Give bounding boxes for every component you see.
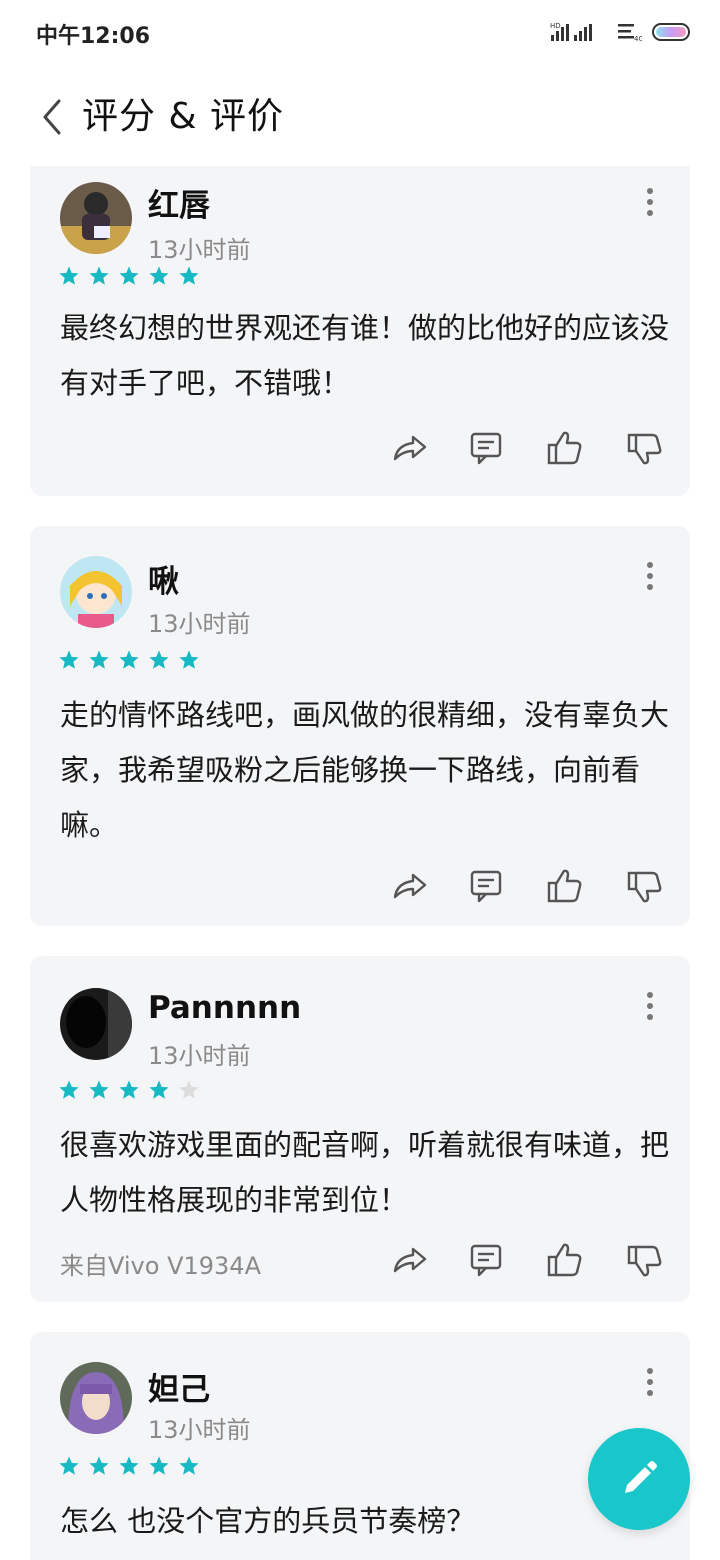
comment-icon bbox=[470, 432, 502, 465]
review-text: 很喜欢游戏里面的配音啊，听着就很有味道，把人物性格展现的非常到位！ bbox=[60, 1128, 670, 1217]
status-bar: 中午12:06 HD 4G bbox=[0, 0, 720, 64]
wifi-icon: 4G bbox=[618, 24, 642, 43]
star-filled-icon bbox=[119, 650, 139, 669]
svg-text:HD: HD bbox=[550, 22, 561, 30]
comment-button[interactable] bbox=[466, 1240, 506, 1280]
share-button[interactable] bbox=[390, 1240, 430, 1280]
star-filled-icon bbox=[59, 266, 79, 285]
star-filled-icon bbox=[149, 266, 169, 285]
share-icon bbox=[393, 435, 427, 461]
chevron-left-icon bbox=[43, 99, 61, 135]
comment-button[interactable] bbox=[466, 428, 506, 468]
star-filled-icon bbox=[59, 1456, 79, 1475]
review-list[interactable]: 红唇 13小时前 最终幻想的世界观还有谁！做的比他好的应该没有对手了吧，不错哦！… bbox=[30, 166, 690, 1560]
review-text: 走的情怀路线吧，画风做的很精细，没有辜负大家，我希望吸粉之后能够换一下路线，向前… bbox=[60, 698, 670, 842]
comment-icon bbox=[470, 1244, 502, 1277]
star-filled-icon bbox=[119, 1456, 139, 1475]
star-filled-icon bbox=[89, 266, 109, 285]
app-header: 评分 & 评价 bbox=[0, 70, 720, 166]
star-filled-icon bbox=[59, 650, 79, 669]
rating-stars bbox=[58, 265, 200, 289]
review-card: Pannnnn 13小时前 很喜欢游戏里面的配音啊，听着就很有味道，把人物性格展… bbox=[30, 956, 690, 1302]
username: 啾 bbox=[148, 564, 179, 600]
comment-icon bbox=[470, 870, 502, 903]
write-review-button[interactable] bbox=[588, 1428, 690, 1530]
star-filled-icon bbox=[149, 650, 169, 669]
avatar[interactable] bbox=[60, 1362, 132, 1434]
avatar[interactable] bbox=[60, 182, 132, 254]
username: Pannnnn bbox=[148, 990, 302, 1026]
thumbs-down-icon bbox=[627, 433, 662, 465]
more-vertical-icon bbox=[647, 188, 653, 194]
more-vertical-icon bbox=[647, 992, 653, 998]
comment-button[interactable] bbox=[466, 866, 506, 906]
star-filled-icon bbox=[149, 1456, 169, 1475]
like-button[interactable] bbox=[544, 866, 584, 906]
star-filled-icon bbox=[119, 266, 139, 285]
username: 红唇 bbox=[148, 188, 210, 224]
thumbs-up-icon bbox=[547, 1243, 582, 1277]
review-card: 妲己 13小时前 怎么 也没个官方的兵员节奏榜？ bbox=[30, 1332, 690, 1560]
review-time: 13小时前 bbox=[148, 610, 251, 638]
rating-stars bbox=[58, 649, 200, 673]
review-time: 13小时前 bbox=[148, 236, 251, 264]
rating-stars bbox=[58, 1079, 200, 1103]
more-vertical-icon bbox=[647, 1368, 653, 1374]
avatar[interactable] bbox=[60, 988, 132, 1060]
thumbs-up-icon bbox=[547, 869, 582, 903]
review-time: 13小时前 bbox=[148, 1042, 251, 1070]
dislike-button[interactable] bbox=[624, 866, 664, 906]
star-filled-icon bbox=[89, 650, 109, 669]
svg-text:4G: 4G bbox=[634, 35, 642, 43]
star-filled-icon bbox=[179, 1456, 199, 1475]
more-options-button[interactable] bbox=[640, 1364, 660, 1400]
like-button[interactable] bbox=[544, 428, 584, 468]
star-filled-icon bbox=[149, 1080, 169, 1099]
username: 妲己 bbox=[148, 1372, 210, 1408]
review-card: 啾 13小时前 走的情怀路线吧，画风做的很精细，没有辜负大家，我希望吸粉之后能够… bbox=[30, 526, 690, 926]
review-actions bbox=[390, 1240, 670, 1280]
star-empty-icon bbox=[179, 1080, 199, 1099]
thumbs-down-icon bbox=[627, 871, 662, 903]
page-title: 评分 & 评价 bbox=[82, 96, 284, 137]
star-filled-icon bbox=[89, 1456, 109, 1475]
share-icon bbox=[393, 1247, 427, 1273]
share-icon bbox=[393, 873, 427, 899]
review-text: 怎么 也没个官方的兵员节奏榜？ bbox=[60, 1504, 476, 1538]
rating-stars bbox=[58, 1455, 200, 1479]
review-actions bbox=[390, 428, 670, 468]
device-info: 来自Vivo V1934A bbox=[60, 1252, 261, 1280]
more-options-button[interactable] bbox=[640, 558, 660, 594]
star-filled-icon bbox=[179, 266, 199, 285]
more-options-button[interactable] bbox=[640, 184, 660, 220]
review-text: 最终幻想的世界观还有谁！做的比他好的应该没有对手了吧，不错哦！ bbox=[60, 311, 670, 400]
share-button[interactable] bbox=[390, 866, 430, 906]
star-filled-icon bbox=[59, 1080, 79, 1099]
status-icons: HD 4G bbox=[550, 18, 692, 46]
like-button[interactable] bbox=[544, 1240, 584, 1280]
more-options-button[interactable] bbox=[640, 988, 660, 1024]
review-card: 红唇 13小时前 最终幻想的世界观还有谁！做的比他好的应该没有对手了吧，不错哦！ bbox=[30, 166, 690, 496]
review-actions bbox=[390, 866, 670, 906]
share-button[interactable] bbox=[390, 428, 430, 468]
signal-icon: HD bbox=[550, 22, 592, 41]
pencil-icon bbox=[625, 1461, 657, 1493]
thumbs-up-icon bbox=[547, 431, 582, 465]
star-filled-icon bbox=[89, 1080, 109, 1099]
back-button[interactable] bbox=[30, 92, 74, 142]
star-filled-icon bbox=[179, 650, 199, 669]
review-time: 13小时前 bbox=[148, 1416, 251, 1444]
thumbs-down-icon bbox=[627, 1245, 662, 1277]
star-filled-icon bbox=[119, 1080, 139, 1099]
more-vertical-icon bbox=[647, 562, 653, 568]
status-time: 中午12:06 bbox=[36, 24, 151, 49]
avatar[interactable] bbox=[60, 556, 132, 628]
dislike-button[interactable] bbox=[624, 428, 664, 468]
battery-icon bbox=[652, 23, 690, 41]
dislike-button[interactable] bbox=[624, 1240, 664, 1280]
